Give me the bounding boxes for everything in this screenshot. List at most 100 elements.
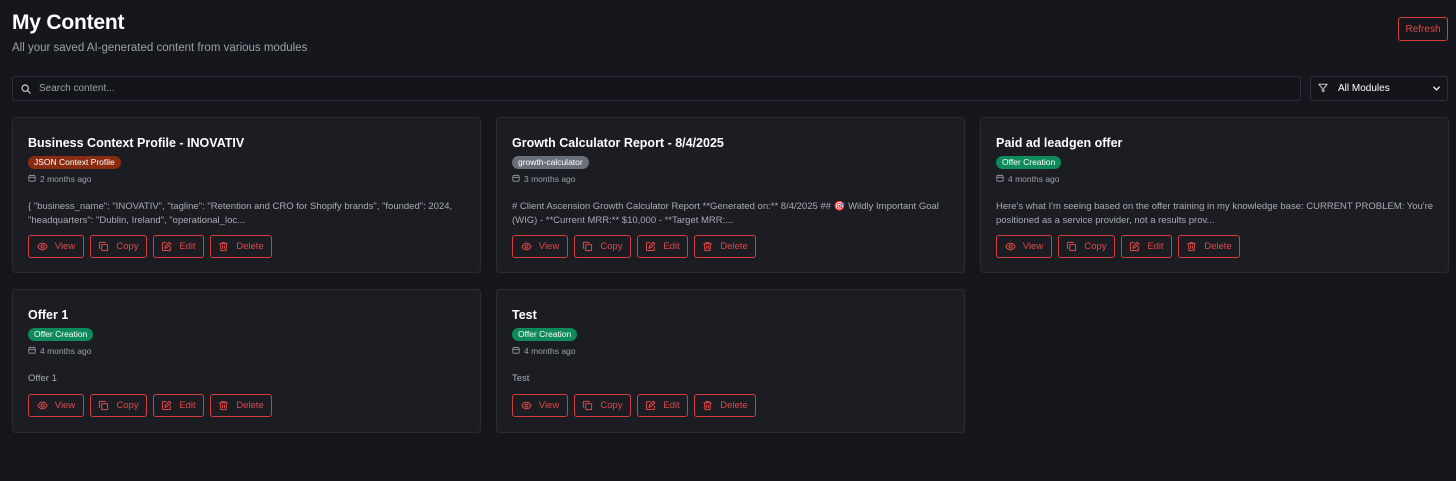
delete-button[interactable]: Delete — [694, 235, 756, 258]
view-label: View — [54, 241, 76, 252]
filter-icon — [1318, 80, 1328, 98]
copy-button[interactable]: Copy — [90, 235, 147, 258]
card-title: Growth Calculator Report - 8/4/2025 — [512, 136, 724, 150]
card-preview: { "business_name": "INOVATIV", "tagline"… — [28, 201, 453, 226]
eye-icon — [521, 400, 532, 411]
copy-label: Copy — [600, 241, 623, 252]
card-timestamp: 3 months ago — [524, 174, 576, 184]
edit-button[interactable]: Edit — [153, 394, 204, 417]
view-label: View — [54, 400, 76, 411]
edit-label: Edit — [1147, 241, 1164, 252]
edit-label: Edit — [179, 241, 196, 252]
card-timestamp: 4 months ago — [1008, 174, 1060, 184]
page-header: My Content All your saved AI-generated c… — [12, 0, 1448, 72]
copy-label: Copy — [116, 400, 139, 411]
eye-icon — [1005, 241, 1016, 252]
view-button[interactable]: View — [28, 235, 84, 258]
eye-icon — [521, 241, 532, 252]
toolbar: All Modules — [12, 76, 1448, 101]
delete-label: Delete — [236, 400, 264, 411]
card-meta: 3 months ago — [512, 174, 576, 184]
search-box[interactable] — [12, 76, 1301, 101]
trash-icon — [702, 241, 713, 252]
card-actions: View Copy Edit Delete — [512, 235, 756, 258]
card-preview: Test — [512, 373, 530, 384]
card-actions: View Copy Edit Delete — [28, 394, 272, 417]
page-subtitle: All your saved AI-generated content from… — [12, 42, 308, 54]
card-timestamp: 2 months ago — [40, 174, 92, 184]
copy-button[interactable]: Copy — [90, 394, 147, 417]
card-actions: View Copy Edit Delete — [996, 235, 1240, 258]
module-badge: growth-calculator — [512, 156, 589, 169]
module-badge: JSON Context Profile — [28, 156, 121, 169]
card-meta: 2 months ago — [28, 174, 92, 184]
search-input[interactable] — [39, 77, 1300, 100]
card-preview: # Client Ascension Growth Calculator Rep… — [512, 201, 939, 226]
eye-icon — [37, 241, 48, 252]
edit-icon — [161, 241, 172, 252]
card-meta: 4 months ago — [512, 346, 576, 356]
view-label: View — [1022, 241, 1044, 252]
copy-icon — [582, 400, 593, 411]
edit-icon — [645, 400, 656, 411]
card-preview: Here's what I'm seeing based on the offe… — [996, 201, 1434, 226]
calendar-icon — [512, 346, 520, 356]
card-title: Business Context Profile - INOVATIV — [28, 136, 245, 150]
delete-label: Delete — [1204, 241, 1232, 252]
trash-icon — [218, 241, 229, 252]
edit-label: Edit — [663, 400, 680, 411]
delete-label: Delete — [720, 400, 748, 411]
content-card-4: Offer 1 Offer Creation 4 months ago Offe… — [12, 289, 481, 433]
copy-button[interactable]: Copy — [1058, 235, 1115, 258]
copy-button[interactable]: Copy — [574, 394, 631, 417]
delete-button[interactable]: Delete — [1178, 235, 1240, 258]
trash-icon — [218, 400, 229, 411]
delete-button[interactable]: Delete — [210, 394, 272, 417]
card-title: Test — [512, 308, 537, 322]
content-card-5: Test Offer Creation 4 months ago Test Vi… — [496, 289, 965, 433]
card-meta: 4 months ago — [996, 174, 1060, 184]
card-actions: View Copy Edit Delete — [28, 235, 272, 258]
content-card-2: Growth Calculator Report - 8/4/2025 grow… — [496, 117, 965, 273]
copy-button[interactable]: Copy — [574, 235, 631, 258]
card-timestamp: 4 months ago — [40, 346, 92, 356]
copy-label: Copy — [116, 241, 139, 252]
card-title: Paid ad leadgen offer — [996, 136, 1123, 150]
calendar-icon — [996, 174, 1004, 184]
content-card-1: Business Context Profile - INOVATIV JSON… — [12, 117, 481, 273]
copy-icon — [582, 241, 593, 252]
edit-button[interactable]: Edit — [637, 394, 688, 417]
edit-icon — [645, 241, 656, 252]
module-filter-select[interactable]: All Modules — [1310, 76, 1448, 101]
view-button[interactable]: View — [512, 394, 568, 417]
module-badge: Offer Creation — [28, 328, 94, 341]
view-button[interactable]: View — [512, 235, 568, 258]
module-filter-value: All Modules — [1338, 83, 1390, 94]
delete-label: Delete — [720, 241, 748, 252]
trash-icon — [1186, 241, 1197, 252]
edit-button[interactable]: Edit — [637, 235, 688, 258]
calendar-icon — [28, 174, 36, 184]
view-label: View — [538, 241, 560, 252]
chevron-down-icon — [1432, 80, 1441, 98]
module-badge: Offer Creation — [996, 156, 1062, 169]
eye-icon — [37, 400, 48, 411]
delete-button[interactable]: Delete — [210, 235, 272, 258]
copy-label: Copy — [600, 400, 623, 411]
edit-button[interactable]: Edit — [1121, 235, 1172, 258]
refresh-button[interactable]: Refresh — [1398, 17, 1448, 41]
card-actions: View Copy Edit Delete — [512, 394, 756, 417]
card-title: Offer 1 — [28, 308, 69, 322]
view-button[interactable]: View — [28, 394, 84, 417]
edit-button[interactable]: Edit — [153, 235, 204, 258]
card-meta: 4 months ago — [28, 346, 92, 356]
calendar-icon — [512, 174, 520, 184]
copy-icon — [1066, 241, 1077, 252]
delete-label: Delete — [236, 241, 264, 252]
view-button[interactable]: View — [996, 235, 1052, 258]
copy-label: Copy — [1084, 241, 1107, 252]
edit-label: Edit — [663, 241, 680, 252]
module-badge: Offer Creation — [512, 328, 578, 341]
calendar-icon — [28, 346, 36, 356]
delete-button[interactable]: Delete — [694, 394, 756, 417]
